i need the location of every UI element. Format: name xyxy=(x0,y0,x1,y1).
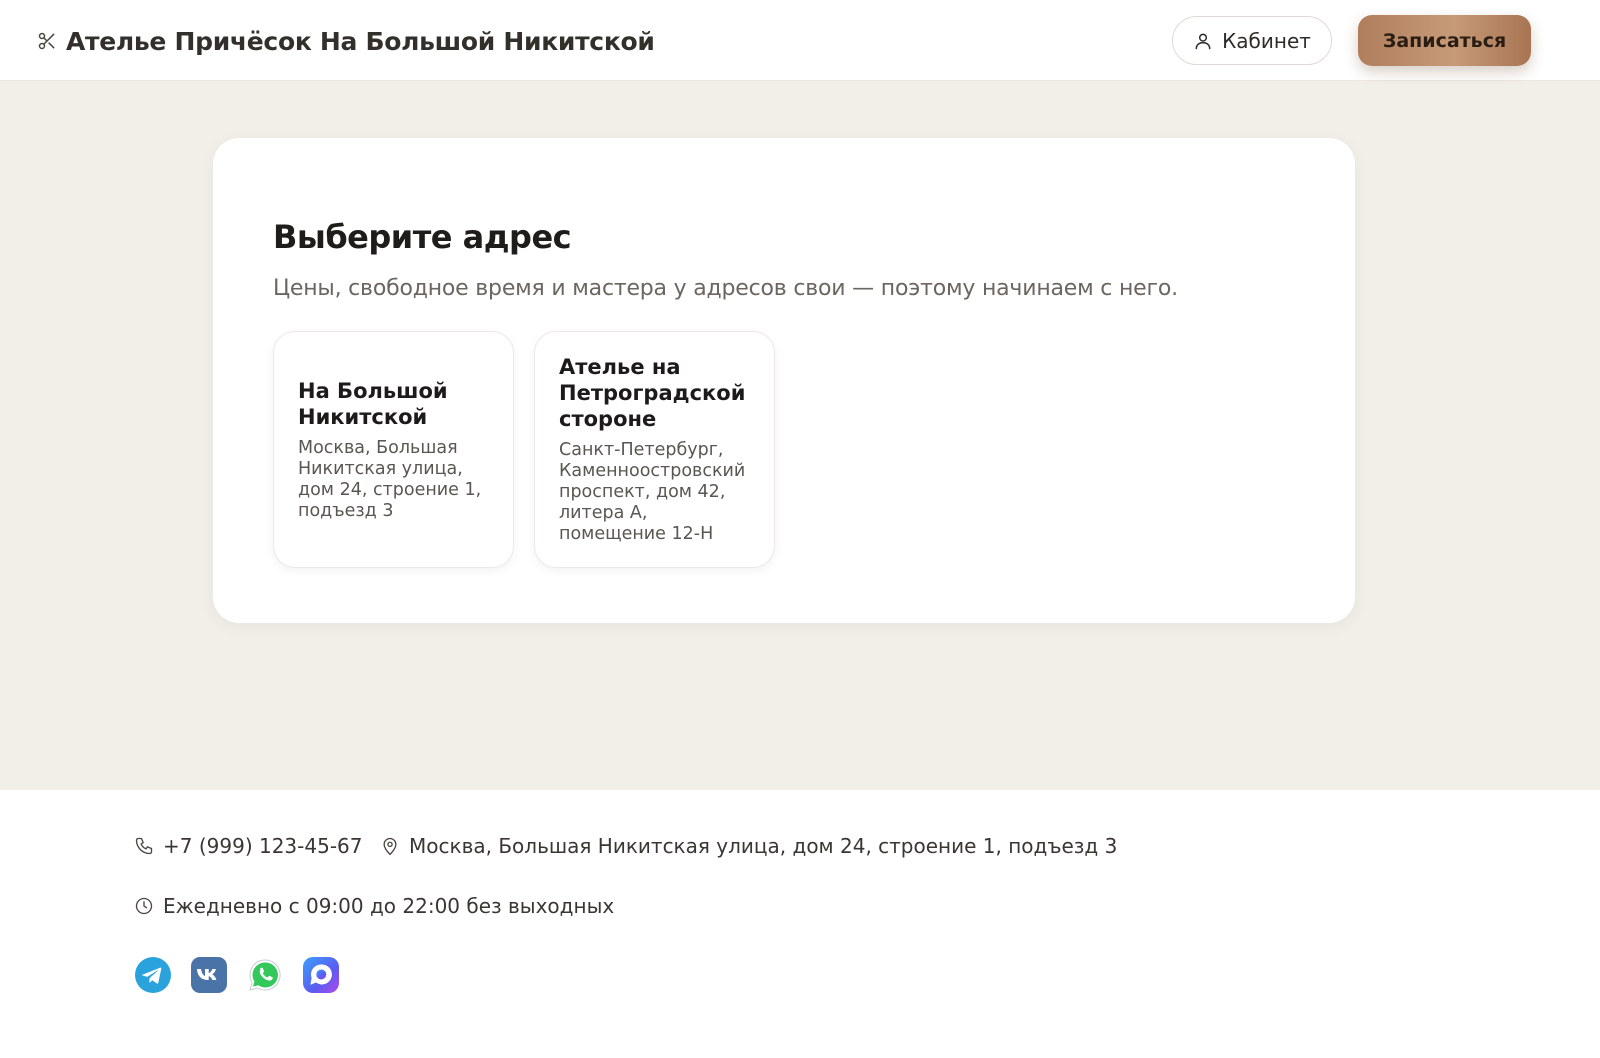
user-icon xyxy=(1195,33,1211,49)
address-picker-card: Выберите адрес Цены, свободное время и м… xyxy=(213,138,1355,623)
cabinet-button[interactable]: Кабинет xyxy=(1172,16,1332,65)
max-messenger-icon[interactable] xyxy=(302,956,340,994)
footer-hours: Ежедневно с 09:00 до 22:00 без выходных xyxy=(134,894,614,918)
location-card[interactable]: На Большой Никитской Москва, Большая Ник… xyxy=(273,331,514,568)
page-title: Выберите адрес xyxy=(273,218,572,256)
clock-icon xyxy=(135,897,153,915)
location-name: На Большой Никитской xyxy=(298,378,448,429)
social-links xyxy=(134,956,358,994)
site-footer: +7 (999) 123-45-67 Москва, Большая Никит… xyxy=(0,790,1600,1058)
location-address: Москва, Большая Никитская улица, дом 24,… xyxy=(298,437,482,521)
hours-text: Ежедневно с 09:00 до 22:00 без выходных xyxy=(163,894,615,918)
footer-address: Москва, Большая Никитская улица, дом 24,… xyxy=(380,834,1117,858)
site-header: Ателье Причёсок На Большой Никитской Каб… xyxy=(0,0,1600,81)
phone-text: +7 (999) 123-45-67 xyxy=(163,834,363,858)
whatsapp-icon[interactable] xyxy=(246,956,284,994)
scissors-icon xyxy=(38,32,55,50)
cabinet-label: Кабинет xyxy=(1222,28,1311,53)
location-pin-icon xyxy=(383,837,397,856)
location-address: Санкт-Петербург, Каменноостровский просп… xyxy=(559,440,746,544)
page-subtitle: Цены, свободное время и мастера у адресо… xyxy=(273,276,1178,301)
location-card[interactable]: Ателье на Петроградской стороне Санкт-Пе… xyxy=(534,331,775,568)
telegram-icon[interactable] xyxy=(134,956,172,994)
brand[interactable]: Ателье Причёсок На Большой Никитской xyxy=(37,24,655,58)
address-text: Москва, Большая Никитская улица, дом 24,… xyxy=(409,834,1118,858)
phone-icon xyxy=(135,837,153,855)
footer-phone[interactable]: +7 (999) 123-45-67 xyxy=(134,834,362,858)
location-name: Ателье на Петроградской стороне xyxy=(559,355,746,431)
brand-title: Ателье Причёсок На Большой Никитской xyxy=(66,26,655,56)
book-button[interactable]: Записаться xyxy=(1358,15,1531,66)
vk-icon[interactable] xyxy=(190,956,228,994)
